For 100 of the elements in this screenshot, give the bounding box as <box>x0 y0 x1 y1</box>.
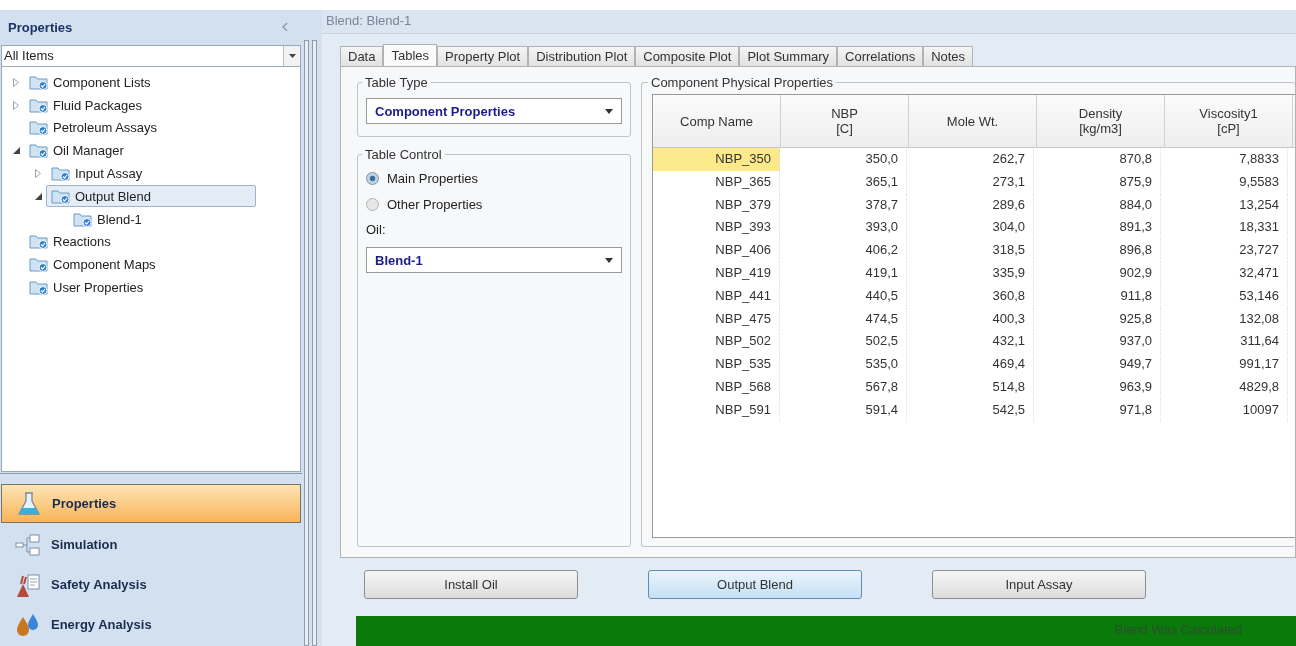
tree-item[interactable]: Reactions <box>24 230 116 253</box>
folder-icon <box>29 97 49 113</box>
table-cell: 10097 <box>1161 398 1288 422</box>
folder-icon <box>29 143 49 159</box>
table-cell: 4829,8 <box>1161 375 1288 399</box>
folder-icon <box>29 74 49 90</box>
tab[interactable]: Notes <box>923 46 974 66</box>
table-cell: NBP_393 <box>653 216 780 240</box>
table-cell: 393,0 <box>780 216 907 240</box>
tree-item[interactable]: Input Assay <box>46 162 148 185</box>
radio-label: Other Properties <box>387 196 483 212</box>
table-cell: 289,6 <box>907 193 1034 217</box>
table-cell: 870,8 <box>1034 148 1161 171</box>
folder-icon <box>29 279 49 295</box>
dropdown-arrow-icon[interactable] <box>605 108 613 114</box>
table-cell: 432,1 <box>907 330 1034 354</box>
nav-item[interactable]: Properties <box>1 484 301 523</box>
diagram-icon <box>15 533 41 556</box>
table-cell: 567,8 <box>780 375 907 399</box>
table-type-dropdown[interactable]: Component Properties <box>366 98 622 124</box>
table-cell: 963,9 <box>1034 375 1161 399</box>
table-cell: NBP_502 <box>653 330 780 354</box>
tab[interactable]: Distribution Plot <box>528 46 636 66</box>
table-cell: 304,0 <box>907 216 1034 240</box>
field-label: Oil: <box>366 222 387 237</box>
expand-arrow-icon[interactable] <box>13 77 19 87</box>
folder-icon <box>73 211 93 227</box>
table-cell: 474,5 <box>780 307 907 331</box>
table-cell: 335,9 <box>907 262 1034 285</box>
tab[interactable]: Correlations <box>837 46 924 66</box>
oil-dropdown[interactable]: Blend-1 <box>366 247 622 273</box>
table-cell: 440,5 <box>780 284 907 308</box>
panel-title: Properties <box>8 19 73 35</box>
expand-arrow-icon[interactable] <box>13 100 19 110</box>
table-cell: 891,3 <box>1034 216 1161 240</box>
group-title: Component Physical Properties <box>650 75 835 90</box>
column-header[interactable]: NBP [C] <box>781 95 909 147</box>
table-cell: NBP_406 <box>653 239 780 262</box>
radio-button[interactable] <box>366 171 379 185</box>
table-cell: 132,08 <box>1161 307 1288 331</box>
expand-arrow-icon[interactable] <box>35 168 41 178</box>
tree-item[interactable]: Petroleum Assays <box>24 116 163 139</box>
table-cell: 262,7 <box>907 148 1034 171</box>
tree-item[interactable]: Oil Manager <box>24 139 129 162</box>
table-cell: 911,8 <box>1034 284 1161 308</box>
table-cell: 32,471 <box>1161 262 1288 285</box>
tree-item[interactable]: Blend-1 <box>68 208 147 230</box>
folder-icon <box>51 165 71 181</box>
tab[interactable]: Plot Summary <box>739 46 838 66</box>
table-cell: 875,9 <box>1034 170 1161 194</box>
table-cell: NBP_379 <box>653 193 780 217</box>
tree-item[interactable]: User Properties <box>24 276 149 299</box>
nav-item[interactable]: Simulation <box>1 526 301 563</box>
table-cell: 896,8 <box>1034 239 1161 262</box>
table-cell: 502,5 <box>780 330 907 354</box>
collapse-arrow-icon[interactable] <box>12 147 20 155</box>
table-cell: NBP_365 <box>653 170 780 194</box>
table-cell: NBP_419 <box>653 262 780 285</box>
tab[interactable]: Data <box>340 46 384 66</box>
table-cell: 514,8 <box>907 375 1034 399</box>
table-cell: 13,254 <box>1161 193 1288 217</box>
filter-dropdown[interactable]: All Items <box>1 44 301 67</box>
table-cell: 311,64 <box>1161 330 1288 354</box>
action-button[interactable]: Input Assay <box>932 570 1146 599</box>
table-cell: 400,3 <box>907 307 1034 331</box>
column-header[interactable]: Mole Wt. <box>909 95 1037 147</box>
tree-item[interactable]: Fluid Packages <box>24 94 147 116</box>
table-cell: 542,5 <box>907 398 1034 422</box>
table-cell: 18,331 <box>1161 216 1288 240</box>
table-cell: NBP_591 <box>653 398 780 422</box>
tree-item[interactable]: Component Maps <box>24 253 161 276</box>
radio-label: Main Properties <box>387 170 479 186</box>
radio-button[interactable] <box>366 197 379 211</box>
table-cell: 406,2 <box>780 239 907 262</box>
action-button[interactable]: Install Oil <box>364 570 578 599</box>
tab[interactable]: Property Plot <box>437 46 529 66</box>
table-cell: 273,1 <box>907 170 1034 194</box>
table-cell: 23,727 <box>1161 239 1288 262</box>
table-cell: 884,0 <box>1034 193 1161 217</box>
tree-item[interactable]: Component Lists <box>24 71 156 94</box>
column-header[interactable]: Density [kg/m3] <box>1037 95 1165 147</box>
tab[interactable]: Composite Plot <box>635 46 740 66</box>
folder-icon <box>29 257 49 273</box>
dropdown-arrow-icon[interactable] <box>288 53 296 58</box>
tree-item[interactable]: Output Blend <box>46 185 256 208</box>
folder-icon <box>29 120 49 136</box>
collapse-arrow-icon[interactable] <box>34 192 42 200</box>
nav-item[interactable]: Safety Analysis <box>1 566 301 603</box>
column-header[interactable]: Comp Name <box>653 95 781 147</box>
action-button[interactable]: Output Blend <box>648 570 862 599</box>
column-header[interactable]: Viscosity1 [cP] <box>1165 95 1293 147</box>
nav-item[interactable]: Energy Analysis <box>1 606 301 643</box>
dropdown-arrow-icon[interactable] <box>605 257 613 263</box>
group-title: Table Control <box>364 147 443 162</box>
table-cell: 591,4 <box>780 398 907 422</box>
table-cell: 53,146 <box>1161 284 1288 308</box>
table-cell: NBP_350 <box>653 148 780 171</box>
table-cell: NBP_475 <box>653 307 780 331</box>
table-cell: NBP_535 <box>653 353 780 376</box>
tab[interactable]: Tables <box>383 44 438 66</box>
